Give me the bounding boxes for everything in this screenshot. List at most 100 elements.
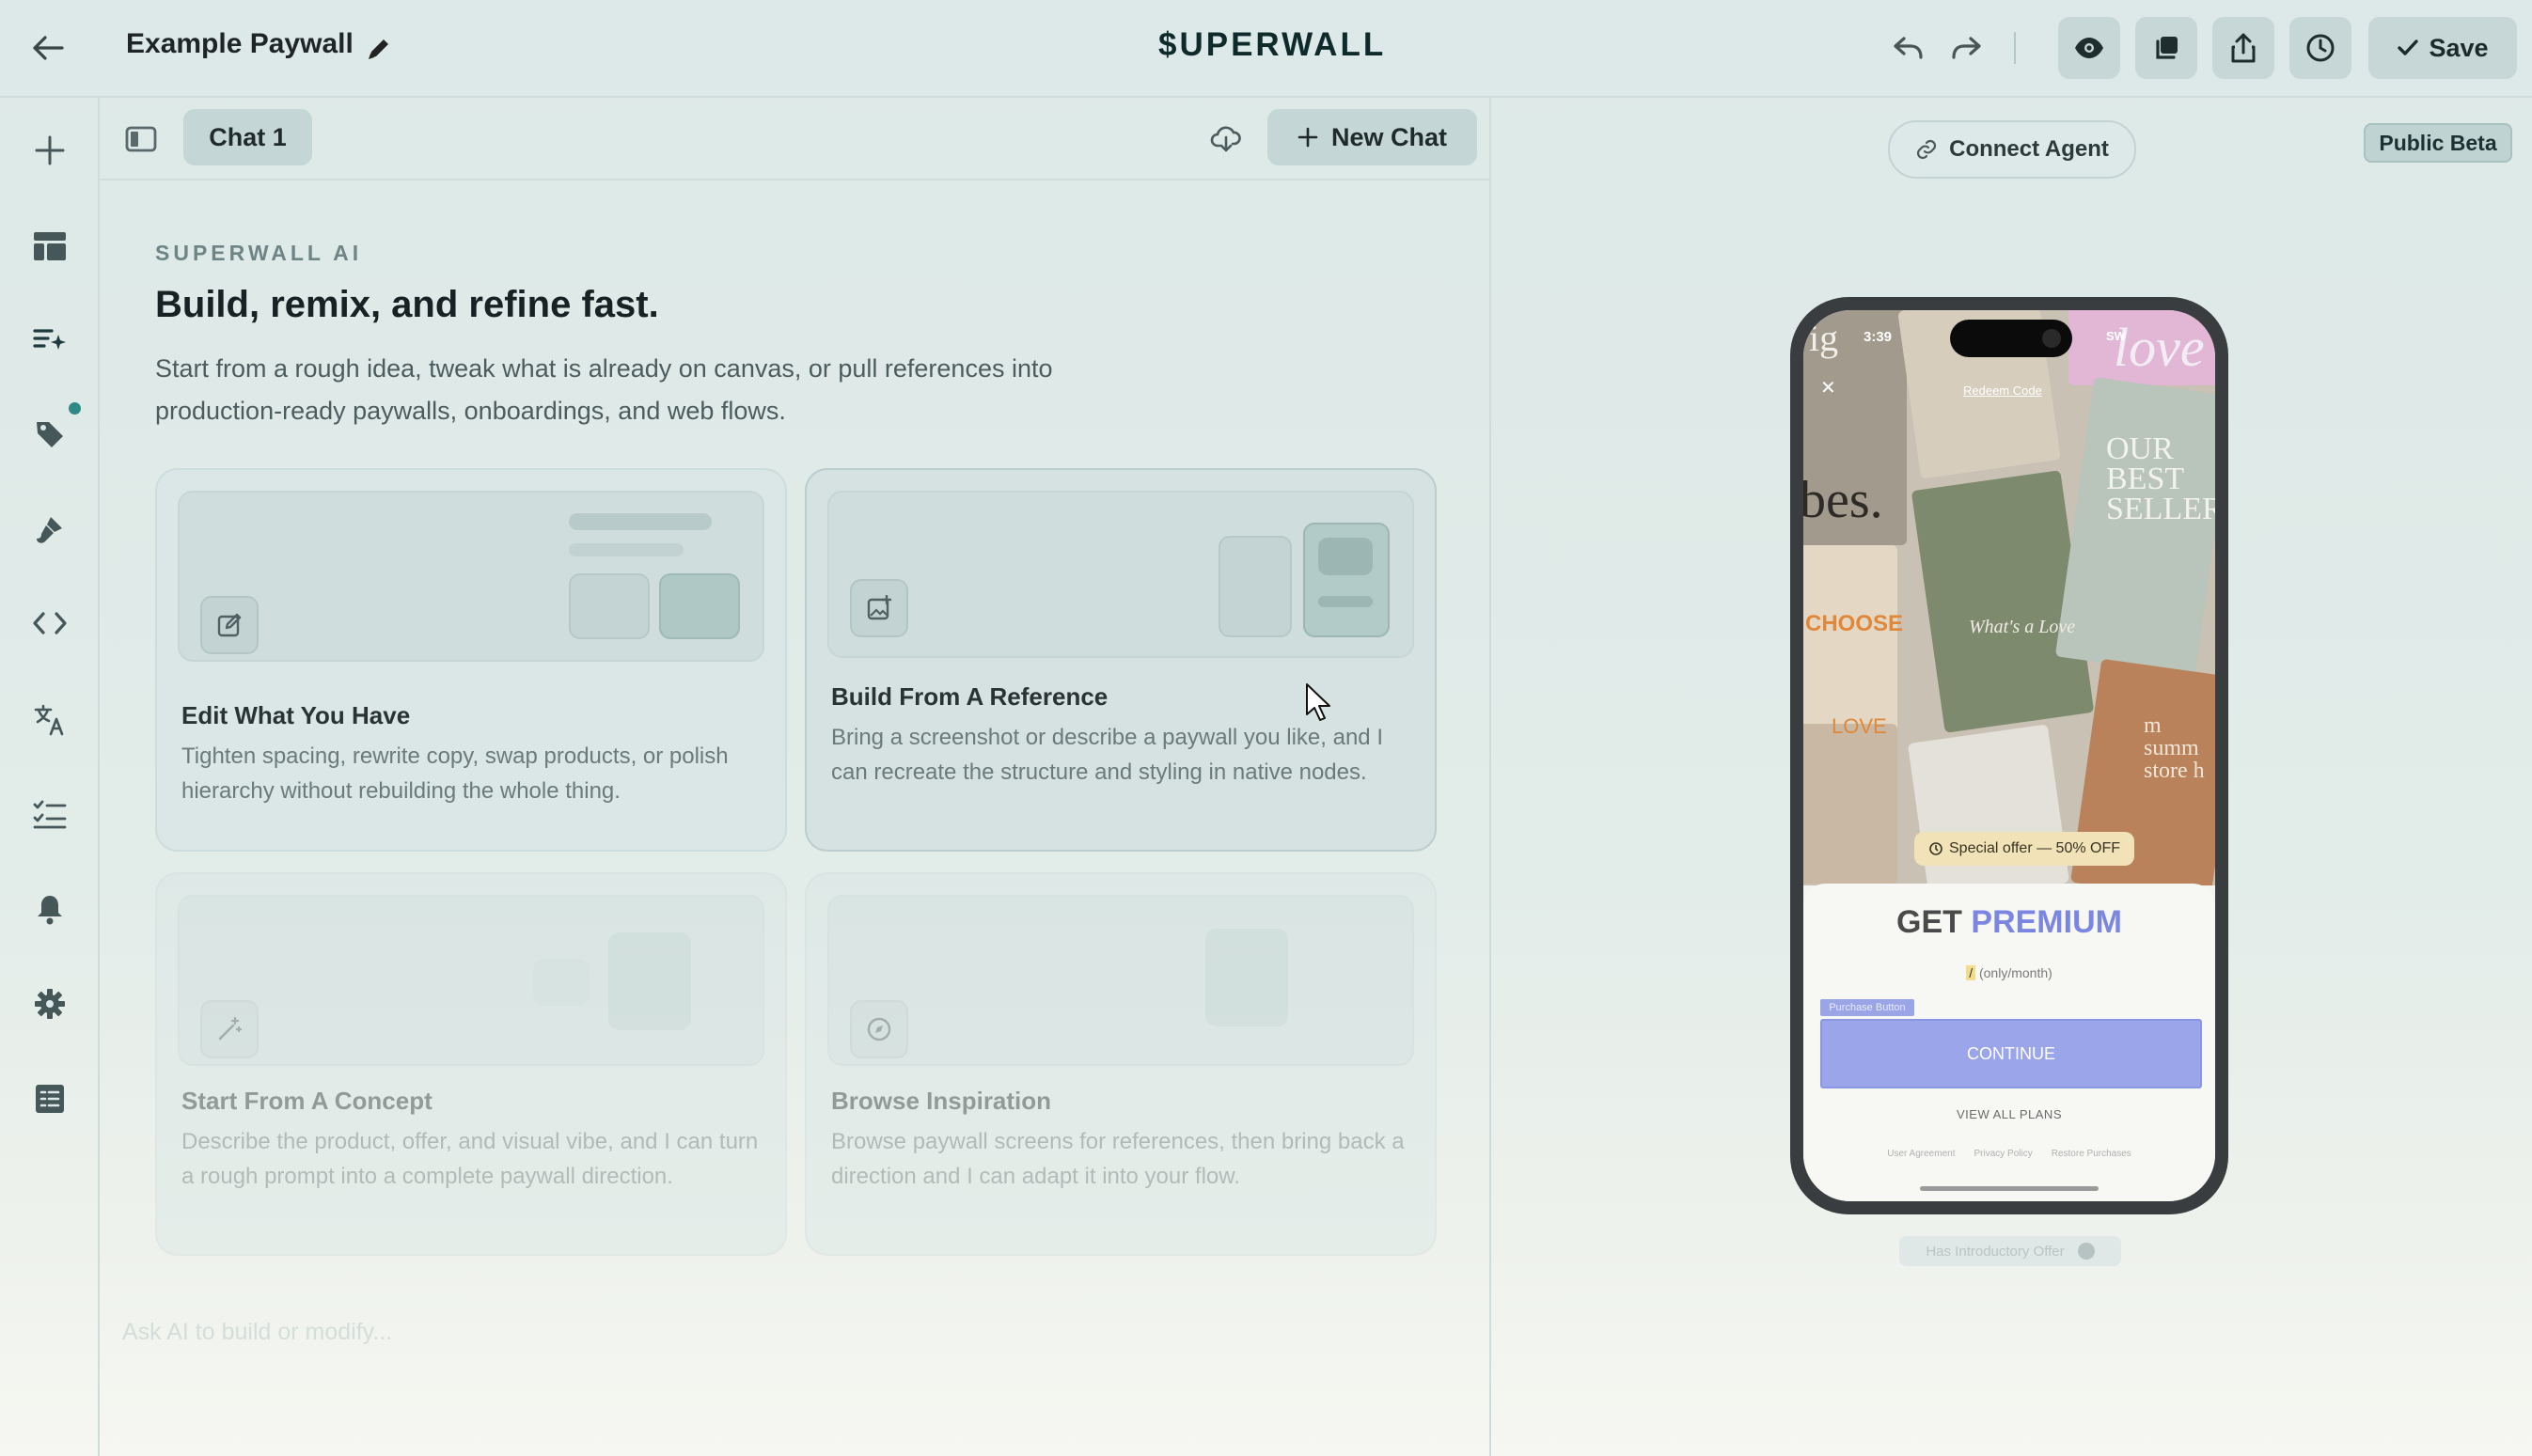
preview-button[interactable] (2058, 17, 2120, 79)
left-rail (0, 98, 100, 1456)
redeem-code-link[interactable]: Redeem Code (1963, 384, 2042, 398)
continue-button[interactable]: CONTINUE (1820, 1019, 2202, 1088)
cloud-sync-button[interactable] (1205, 120, 1247, 158)
close-icon[interactable]: ✕ (1820, 376, 1836, 399)
special-offer-badge: Special offer — 50% OFF (1914, 832, 2134, 866)
sidebar-toggle-button[interactable] (120, 120, 162, 158)
card-title: Build From A Reference (831, 682, 1109, 711)
redo-icon (1952, 37, 1981, 59)
card-start-from-concept[interactable]: Start From A Concept Describe the produc… (155, 872, 787, 1256)
rail-layout[interactable] (25, 222, 74, 271)
price-line: / (only/month) (1803, 965, 2215, 980)
intro-offer-toggle[interactable]: Has Introductory Offer (1899, 1236, 2121, 1266)
purchase-button-tag: Purchase Button (1820, 999, 1914, 1016)
page-title: Build, remix, and refine fast. (155, 284, 659, 325)
status-time: 3:39 (1864, 329, 1893, 345)
clock-icon (2306, 34, 2335, 62)
paywall-title[interactable]: Example Paywall (126, 28, 354, 60)
card-title: Start From A Concept (181, 1087, 432, 1115)
collage-text: OUR BEST SELLER (2106, 431, 2215, 526)
save-button[interactable]: Save (2368, 17, 2517, 79)
pencil-icon[interactable] (365, 35, 393, 63)
new-chat-button[interactable]: New Chat (1267, 109, 1477, 165)
check-icon (2398, 39, 2419, 55)
rail-forms[interactable] (25, 1074, 74, 1123)
card-description: Describe the product, offer, and visual … (181, 1129, 759, 1189)
link-icon (1917, 139, 1937, 160)
rail-code[interactable] (25, 599, 74, 648)
paywall-preview-screen[interactable]: ig bes. love OUR BEST SELLER CHOOSE LOVE… (1803, 310, 2215, 1201)
rail-notifications[interactable] (25, 885, 74, 933)
cloud-download-icon (1210, 126, 1241, 152)
collage-text: m summ store h (2144, 713, 2205, 783)
image-plus-icon (850, 579, 908, 637)
rail-localization[interactable] (25, 696, 74, 744)
share-button[interactable] (2212, 17, 2274, 79)
connect-agent-button[interactable]: Connect Agent (1888, 120, 2136, 179)
collage-text: LOVE (1832, 714, 1887, 738)
compass-icon (850, 1000, 908, 1058)
user-agreement-link[interactable]: User Agreement (1887, 1149, 1955, 1159)
new-chat-label: New Chat (1330, 122, 1448, 151)
undo-button[interactable] (1885, 26, 1932, 70)
ai-list-icon (33, 329, 66, 350)
card-thumbnail (178, 895, 764, 1066)
rail-ai[interactable] (25, 316, 74, 365)
toggle-knob (2077, 1243, 2095, 1260)
back-button[interactable] (24, 26, 71, 70)
offer-text: Special offer — 50% OFF (1949, 840, 2120, 856)
card-build-from-reference[interactable]: Build From A Reference Bring a screensho… (805, 468, 1437, 852)
dynamic-island (1950, 320, 2072, 357)
restore-purchases-link[interactable]: Restore Purchases (2052, 1149, 2131, 1159)
arrow-left-icon (33, 36, 64, 60)
view-all-plans-link[interactable]: VIEW ALL PLANS (1803, 1107, 2215, 1121)
collage-text: ig (1809, 317, 1839, 359)
collage-text: love (2114, 317, 2205, 378)
code-icon (33, 612, 67, 634)
card-description: Tighten spacing, rewrite copy, swap prod… (181, 744, 729, 804)
layout-icon (34, 232, 66, 260)
price-token: / (1966, 965, 1976, 980)
card-browse-inspiration[interactable]: Browse Inspiration Browse paywall screen… (805, 872, 1437, 1256)
panel-divider (1489, 98, 1491, 1456)
card-thumbnail (827, 895, 1414, 1066)
chat-header-divider (98, 179, 1489, 180)
collage-text: CHOOSE (1805, 611, 1904, 636)
redo-button[interactable] (1942, 26, 1989, 70)
undo-icon (1894, 37, 1923, 59)
page-description: Start from a rough idea, tweak what is a… (155, 354, 1053, 425)
gear-icon (35, 989, 65, 1019)
chat-composer-input[interactable]: Ask AI to build or modify... (122, 1319, 1467, 1346)
superwall-logo: $UPERWALL (1158, 26, 1387, 63)
legal-links: User Agreement Privacy Policy Restore Pu… (1803, 1149, 2215, 1159)
card-thumbnail (827, 491, 1414, 658)
tag-icon (37, 422, 63, 447)
card-description: Bring a screenshot or describe a paywall… (831, 725, 1383, 785)
home-indicator (1920, 1186, 2099, 1191)
rail-products[interactable] (25, 410, 74, 459)
card-edit-what-you-have[interactable]: Edit What You Have Tighten spacing, rewr… (155, 468, 787, 852)
rail-design[interactable] (25, 505, 74, 554)
rail-settings[interactable] (25, 979, 74, 1028)
card-title: Edit What You Have (181, 701, 411, 729)
mouse-cursor (1305, 682, 1331, 722)
translate-icon (34, 704, 64, 736)
history-button[interactable] (2289, 17, 2351, 79)
tab-chat-1[interactable]: Chat 1 (183, 109, 312, 165)
rail-add[interactable] (25, 126, 74, 175)
section-eyebrow: SUPERWALL AI (155, 241, 363, 265)
brush-icon (37, 517, 62, 543)
premium-text: PREMIUM (1971, 904, 2122, 940)
privacy-policy-link[interactable]: Privacy Policy (1974, 1149, 2032, 1159)
connect-agent-label: Connect Agent (1949, 136, 2109, 162)
copy-icon (2156, 37, 2178, 59)
status-carrier: SW (2106, 329, 2126, 343)
public-beta-badge: Public Beta (2364, 123, 2512, 163)
get-text: GET (1896, 904, 1962, 940)
form-icon (36, 1085, 64, 1113)
eye-icon (2075, 38, 2103, 58)
duplicate-button[interactable] (2135, 17, 2197, 79)
plus-icon (35, 135, 65, 165)
collage-text: bes. (1803, 471, 1883, 529)
rail-checklist[interactable] (25, 790, 74, 838)
